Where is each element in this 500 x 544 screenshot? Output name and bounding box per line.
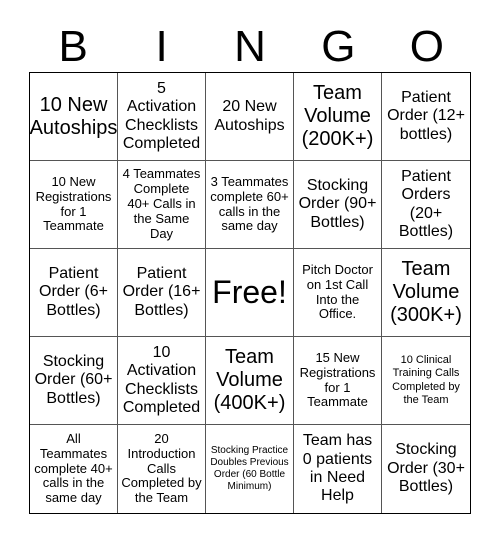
bingo-cell[interactable]: Pitch Doctor on 1st Call Into the Office… xyxy=(294,249,382,337)
header-letter-o: O xyxy=(409,22,444,71)
header-letter-b: B xyxy=(58,22,88,71)
bingo-cell[interactable]: 20 New Autoships xyxy=(206,73,294,161)
bingo-cell[interactable]: Patient Order (16+ Bottles) xyxy=(118,249,206,337)
bingo-cell[interactable]: Stocking Practice Doubles Previous Order… xyxy=(206,425,294,513)
bingo-cell[interactable]: Stocking Order (30+ Bottles) xyxy=(382,425,470,513)
header-letter-i: I xyxy=(155,22,168,71)
bingo-cell[interactable]: Patient Order (6+ Bottles) xyxy=(30,249,118,337)
bingo-cell[interactable]: Team has 0 patients in Need Help xyxy=(294,425,382,513)
bingo-cell[interactable]: 15 New Registrations for 1 Teammate xyxy=(294,337,382,425)
bingo-cell[interactable]: 3 Teammates complete 60+ calls in the sa… xyxy=(206,161,294,249)
bingo-cell[interactable]: Team Volume (300K+) xyxy=(382,249,470,337)
free-space-cell[interactable]: Free! xyxy=(206,249,294,337)
bingo-cell[interactable]: 5 Activation Checklists Completed xyxy=(118,73,206,161)
bingo-cell[interactable]: 10 Activation Checklists Completed xyxy=(118,337,206,425)
bingo-cell[interactable]: 10 New Autoships xyxy=(30,73,118,161)
bingo-cell[interactable]: Stocking Order (60+ Bottles) xyxy=(30,337,118,425)
bingo-cell[interactable]: 10 Clinical Training Calls Completed by … xyxy=(382,337,470,425)
bingo-cell[interactable]: All Teammates complete 40+ calls in the … xyxy=(30,425,118,513)
bingo-cell[interactable]: Team Volume (200K+) xyxy=(294,73,382,161)
header-letter-n: N xyxy=(234,22,266,71)
bingo-grid: 10 New Autoships 5 Activation Checklists… xyxy=(29,72,471,514)
bingo-cell[interactable]: 20 Introduction Calls Completed by the T… xyxy=(118,425,206,513)
bingo-cell[interactable]: 4 Teammates Complete 40+ Calls in the Sa… xyxy=(118,161,206,249)
bingo-cell[interactable]: Patient Orders (20+ Bottles) xyxy=(382,161,470,249)
bingo-cell[interactable]: 10 New Registrations for 1 Teammate xyxy=(30,161,118,249)
bingo-cell[interactable]: Team Volume (400K+) xyxy=(206,337,294,425)
header-letter-g: G xyxy=(321,22,356,71)
bingo-cell[interactable]: Patient Order (12+ bottles) xyxy=(382,73,470,161)
bingo-header: B I N G O xyxy=(29,22,471,72)
bingo-cell[interactable]: Stocking Order (90+ Bottles) xyxy=(294,161,382,249)
